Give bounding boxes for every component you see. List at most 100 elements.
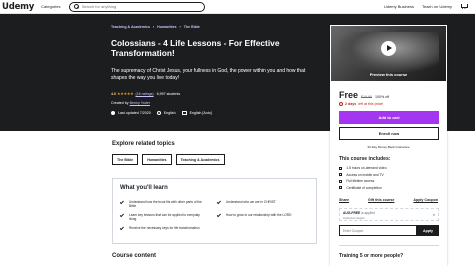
chevron-right-icon: › — [179, 25, 181, 29]
share-button[interactable]: Share — [339, 198, 349, 202]
learn-item-text: Understand who we are in CHRIST — [226, 200, 276, 204]
last-updated: Last updated 7/2020 — [111, 111, 151, 115]
search-bar[interactable] — [68, 1, 205, 12]
coupon-form: Apply — [339, 225, 439, 236]
coupon-applied-text: is applied — [361, 211, 376, 215]
learn-item-text: Learn key lessons that can be applied to… — [129, 213, 200, 222]
last-updated-text: Last updated 7/2020 — [118, 111, 151, 115]
course-meta: Last updated 7/2020 English English [Aut… — [111, 111, 218, 115]
discount-badge: 100% off — [375, 95, 390, 99]
timer-days: 2 days — [345, 102, 357, 106]
rating-row: 4.6 ★★★★★ (16 ratings) 6,997 students — [111, 91, 180, 96]
trophy-icon — [339, 186, 343, 190]
training-heading: Training 5 or more people? — [339, 253, 404, 259]
apply-coupon-button[interactable]: Apply Coupon — [413, 198, 438, 202]
breadcrumb-teaching[interactable]: Teaching & Academics — [111, 25, 150, 29]
explore-title: Explore related topics — [112, 141, 175, 147]
breadcrumb: Teaching & Academics › Humanities › The … — [111, 25, 200, 29]
check-icon — [119, 212, 125, 218]
learn-item: Learn key lessons that can be applied to… — [119, 212, 208, 222]
coupon-description: Instructor coupon — [343, 216, 365, 220]
rating-value: 4.6 — [111, 91, 116, 96]
divider — [339, 245, 439, 246]
mobile-icon — [339, 173, 343, 177]
infinity-icon — [339, 179, 343, 183]
price-row: Free $19.99 100% off — [339, 90, 446, 100]
apply-button[interactable]: Apply — [417, 225, 439, 236]
created-label: Created by — [111, 101, 129, 105]
star-rating-icon: ★★★★★ — [117, 91, 134, 96]
search-icon[interactable] — [73, 4, 79, 9]
enroll-now-button[interactable]: Enroll now — [339, 127, 439, 140]
cart-icon[interactable] — [460, 4, 468, 10]
add-to-cart-button[interactable]: Add to cart — [339, 111, 439, 124]
learn-item: How to grow in our relationship with the… — [216, 212, 305, 218]
udemy-business-link[interactable]: Udemy Business — [384, 4, 414, 9]
search-input[interactable] — [81, 4, 192, 9]
coupon-input[interactable] — [339, 225, 417, 236]
topic-list: The Bible Humanities Teaching & Academic… — [112, 154, 229, 165]
learn-item-text: Understand how the book fits with other … — [129, 200, 202, 209]
include-text: Certificate of completion — [346, 185, 382, 190]
include-text: Full lifetime access — [346, 179, 375, 184]
preview-label: Preview this course — [369, 72, 408, 77]
breadcrumb-humanities[interactable]: Humanities — [157, 25, 176, 29]
learn-item-text: How to grow in our relationship with the… — [226, 213, 292, 217]
current-price: Free — [339, 90, 359, 100]
include-text: Access on mobile and TV — [346, 172, 384, 177]
timer-text: left at this price! — [358, 102, 384, 106]
breadcrumb-bible[interactable]: The Bible — [184, 25, 200, 29]
check-icon — [216, 212, 222, 218]
money-back-guarantee: 30-Day Money-Back Guarantee — [367, 145, 410, 149]
course-title: Colossians - 4 Life Lessons - For Effect… — [111, 38, 280, 59]
captions-icon — [181, 111, 187, 115]
language: English — [156, 111, 176, 115]
nav-right: Udemy Business Teach on Udemy — [384, 4, 475, 10]
applied-coupon: AUG-FREE is applied Instructor coupon × — [339, 208, 439, 221]
topic-teaching-academics[interactable]: Teaching & Academics — [175, 154, 225, 165]
check-icon — [119, 199, 125, 205]
language-text: English — [163, 111, 176, 115]
course-content-title: Course content — [112, 253, 157, 259]
categories-link[interactable]: Categories — [41, 4, 60, 9]
ratings-count-link[interactable]: (16 ratings) — [135, 92, 153, 96]
alert-icon — [111, 111, 115, 115]
captions: English [Auto] — [181, 111, 212, 115]
topic-humanities[interactable]: Humanities — [142, 154, 172, 165]
original-price: $19.99 — [361, 95, 373, 99]
play-icon[interactable] — [381, 41, 396, 56]
topic-the-bible[interactable]: The Bible — [112, 154, 139, 165]
coupon-code-text: AUG-FREE — [343, 211, 361, 215]
includes-title: This course includes: — [339, 156, 391, 162]
video-icon — [339, 166, 343, 170]
card-actions: Share Gift this course Apply Coupon — [339, 198, 438, 202]
gift-course-button[interactable]: Gift this course — [368, 198, 394, 202]
check-icon — [216, 199, 222, 205]
created-by: Created by Benny Yoder — [111, 101, 150, 105]
check-icon — [119, 225, 125, 231]
globe-icon — [156, 111, 161, 115]
list-item: Certificate of completion — [339, 185, 446, 192]
teach-link[interactable]: Teach on Udemy — [422, 4, 452, 9]
coupon-code: AUG-FREE is applied — [343, 211, 375, 215]
learn-item: Receive the necessary keys for life tran… — [119, 225, 208, 231]
close-icon[interactable]: × — [433, 212, 435, 217]
learn-title: What you'll learn — [120, 185, 168, 191]
alarm-clock-icon — [339, 102, 343, 106]
learn-item-text: Receive the necessary keys for life tran… — [129, 226, 200, 230]
author-link[interactable]: Benny Yoder — [130, 101, 150, 105]
price-timer: 2 days left at this price! — [339, 102, 446, 106]
includes-list: 1.5 hours on-demand video Access on mobi… — [339, 165, 446, 191]
course-preview[interactable]: Preview this course — [331, 26, 446, 81]
include-text: 1.5 hours on-demand video — [346, 166, 387, 171]
course-subtitle: The supremacy of Christ Jesus, your full… — [111, 68, 306, 81]
students-count: 6,997 students — [156, 91, 181, 96]
chevron-right-icon: › — [152, 25, 155, 29]
what-you-will-learn: What you'll learn Understand how the boo… — [112, 178, 317, 244]
learn-item: Understand how the book fits with other … — [119, 199, 208, 209]
purchase-card: Preview this course Free $19.99 100% off… — [330, 25, 447, 266]
top-nav: Udemy Categories Udemy Business Teach on… — [0, 0, 475, 14]
captions-text: English [Auto] — [189, 111, 212, 115]
udemy-logo[interactable]: Udemy — [2, 2, 34, 12]
learn-item: Understand who we are in CHRIST — [216, 199, 305, 205]
